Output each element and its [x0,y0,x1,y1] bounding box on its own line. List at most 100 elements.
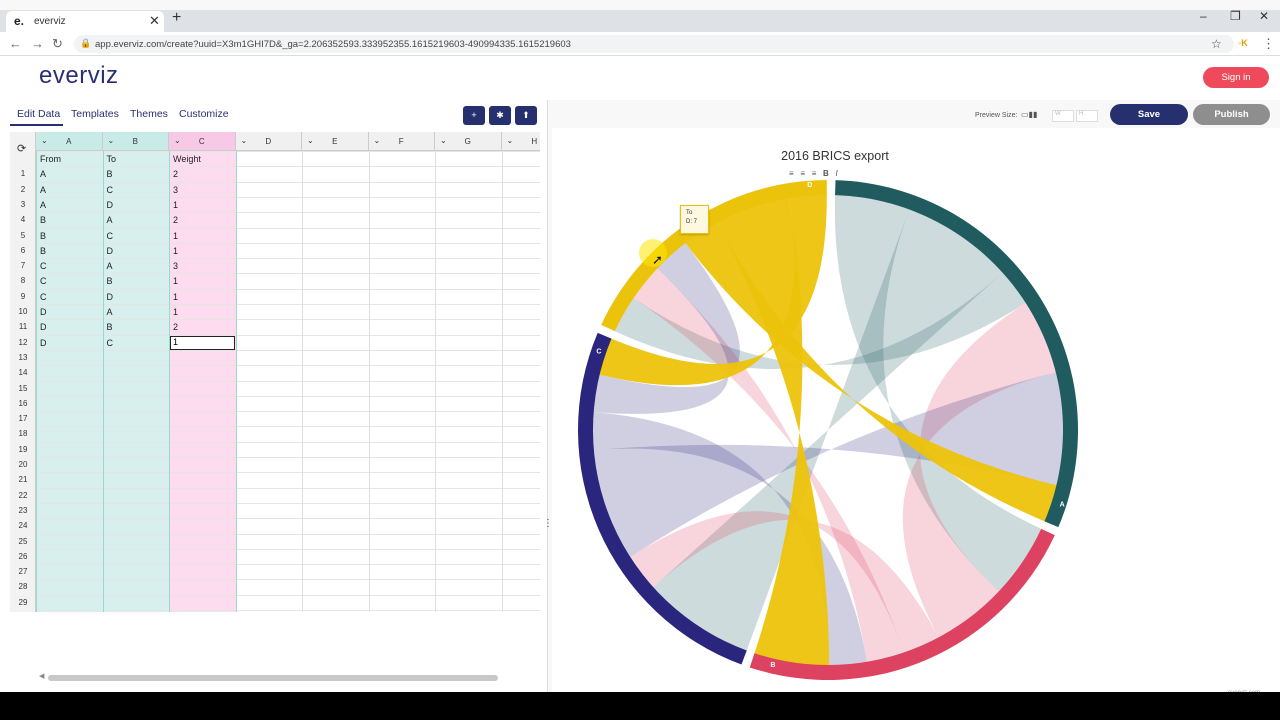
table-cell[interactable]: C [107,185,114,195]
new-tab-icon[interactable]: + [172,9,181,27]
table-cell[interactable]: 3 [173,185,178,195]
row-number: 22 [18,490,28,500]
grid-row-line [36,441,540,443]
table-cell[interactable]: A [40,200,46,210]
header-cell[interactable]: From [40,154,61,164]
restore-icon[interactable]: ❐ [1230,9,1241,23]
browser-tab[interactable]: e. everviz ✕ [6,11,164,32]
column-header-d[interactable]: ⌄ D [235,132,302,151]
active-cell-editor[interactable]: 1 [170,335,235,350]
table-cell[interactable]: 1 [173,246,178,256]
table-cell[interactable]: B [40,246,46,256]
table-cell[interactable]: D [40,338,47,348]
table-cell[interactable]: 1 [173,307,178,317]
grid-row-line [36,502,540,504]
sign-in-button[interactable]: Sign in [1203,67,1269,88]
grid-row-line [36,288,540,290]
table-cell[interactable]: C [40,292,47,302]
url-field[interactable]: 🔒 app.everviz.com/create?uuid=X3m1GHI7D&… [74,35,1234,53]
grid-row-line [36,273,540,275]
node-label[interactable]: A [1060,502,1065,509]
node-label[interactable]: B [770,662,775,669]
table-cell[interactable]: D [107,292,114,302]
table-cell[interactable]: B [40,231,46,241]
table-cell[interactable]: 2 [173,169,178,179]
horizontal-scrollbar[interactable] [48,675,498,681]
add-button[interactable]: + [463,106,485,125]
node-label[interactable]: C [596,348,601,355]
device-size-icons[interactable]: ▭▮▮ [1021,110,1037,119]
column-header-a[interactable]: ⌄ A [36,132,103,151]
grid-row-line [36,212,540,214]
grid-row-line [36,258,540,260]
table-cell[interactable]: B [107,322,113,332]
column-header-h[interactable]: ⌄ H [501,132,540,151]
column-header-c[interactable]: ⌄ C [169,132,236,151]
bookmark-star-icon[interactable]: ☆ [1211,37,1222,51]
tab-templates[interactable]: Templates [71,108,119,120]
table-cell[interactable]: A [107,261,113,271]
back-icon[interactable]: ← [9,36,22,51]
everviz-logo[interactable]: everviz [39,62,119,90]
tooltip-line-1: To [686,210,693,216]
table-cell[interactable]: 1 [173,200,178,210]
close-window-icon[interactable]: ✕ [1259,9,1269,23]
table-cell[interactable]: A [107,307,113,317]
publish-button[interactable]: Publish [1193,104,1270,125]
forward-icon[interactable]: → [31,36,44,51]
tab-edit-data[interactable]: Edit Data [17,108,60,120]
table-cell[interactable]: B [107,276,113,286]
column-header-g[interactable]: ⌄ G [435,132,502,151]
column-header-b[interactable]: ⌄ B [102,132,169,151]
minimize-icon[interactable]: – [1200,9,1207,23]
table-cell[interactable]: 1 [173,231,178,241]
header-cell[interactable]: Weight [173,154,201,164]
tab-themes[interactable]: Themes [130,108,168,120]
table-cell[interactable]: 2 [173,322,178,332]
grid-row-line [36,166,540,168]
import-button[interactable]: ⬆ [515,106,537,125]
table-cell[interactable]: 1 [173,292,178,302]
table-cell[interactable]: 1 [173,276,178,286]
grid-row-line [36,319,540,321]
extension-icon[interactable]: ◦K [1238,38,1248,48]
grid-row-line [36,548,540,550]
header-cell[interactable]: To [107,154,117,164]
table-cell[interactable]: D [40,307,47,317]
grid-column-line [501,151,503,612]
browser-menu-icon[interactable]: ⋮ [1262,36,1275,52]
column-header-e[interactable]: ⌄ E [302,132,369,151]
row-number: 12 [18,337,28,347]
preview-height-input[interactable]: H [1076,110,1098,122]
row-number: 21 [18,475,28,485]
dependency-wheel-chart[interactable]: A B C D [552,128,1280,692]
table-cell[interactable]: D [40,322,47,332]
table-cell[interactable]: A [107,215,113,225]
node-label[interactable]: D [807,182,812,189]
tab-title: everviz [34,16,66,27]
refresh-icon[interactable]: ⟳ [17,142,26,155]
table-cell[interactable]: 2 [173,215,178,225]
table-cell[interactable]: C [40,261,47,271]
table-cell[interactable]: C [40,276,47,286]
settings-button[interactable]: ✱ [489,106,511,125]
preview-width-input[interactable]: W [1052,110,1074,122]
table-cell[interactable]: A [40,185,46,195]
table-cell[interactable]: C [107,338,114,348]
table-cell[interactable]: B [107,169,113,179]
table-cell[interactable]: 3 [173,261,178,271]
save-button[interactable]: Save [1110,104,1188,125]
table-cell[interactable]: D [107,200,114,210]
tab-customize[interactable]: Customize [179,108,229,120]
table-cell[interactable]: A [40,169,46,179]
table-cell[interactable]: B [40,215,46,225]
column-background [169,151,236,612]
column-header-f[interactable]: ⌄ F [368,132,435,151]
table-cell[interactable]: C [107,231,114,241]
table-cell[interactable]: D [107,246,114,256]
data-grid[interactable]: ⟳ 1 2 3 4 5 6 7 8 9 10 11 12 13 14 15 16 17 18 19 20 21 22 23 2… [10,132,540,612]
close-tab-icon[interactable]: ✕ [149,13,160,29]
grid-column-line [302,151,303,612]
reload-icon[interactable]: ↻ [52,36,63,52]
scroll-left-icon[interactable]: ◀ [39,672,44,680]
